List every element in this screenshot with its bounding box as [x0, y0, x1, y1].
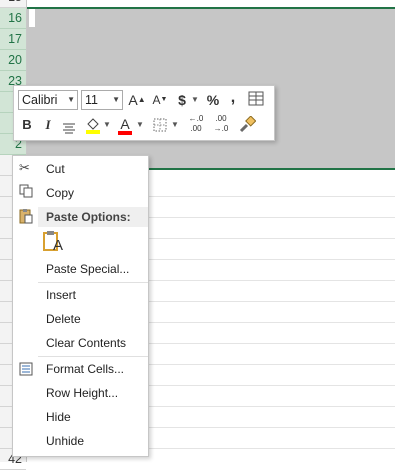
- fill-color-dropdown[interactable]: ▼: [103, 114, 111, 136]
- font-size-value: 11: [85, 93, 98, 107]
- italic-label: I: [45, 117, 51, 132]
- paste-icon: [19, 208, 33, 227]
- align-center-icon: [63, 123, 75, 134]
- context-menu: ✂ Cut Copy Paste Options: A Paste Specia…: [12, 155, 149, 457]
- row-header[interactable]: 20: [0, 50, 26, 71]
- comma-style-button[interactable]: ,: [227, 87, 239, 109]
- font-color-dropdown[interactable]: ▼: [136, 114, 144, 136]
- format-cells-icon: [19, 362, 33, 379]
- wrap-text-button[interactable]: [247, 90, 265, 112]
- paste-options-label: Paste Options:: [46, 210, 131, 224]
- format-painter-button[interactable]: [237, 115, 257, 138]
- mini-toolbar: Calibri ▼ 11 ▼ A▲ A▼ $ ▼ % , B I ▼ A ▼ ▼: [13, 85, 275, 141]
- center-align-button[interactable]: [60, 118, 78, 140]
- row-header[interactable]: 17: [0, 29, 26, 50]
- decrease-decimal-button[interactable]: .00 →.0: [209, 114, 233, 136]
- row-header[interactable]: 15: [0, 0, 26, 8]
- menu-item-insert[interactable]: Insert: [46, 285, 76, 305]
- shrink-font-button[interactable]: A▼: [151, 89, 169, 111]
- menu-item-clear-contents[interactable]: Clear Contents: [46, 333, 126, 353]
- font-name-value: Calibri: [22, 93, 58, 107]
- menu-separator: [38, 356, 148, 357]
- decrease-decimal-label: .00 →.0: [213, 114, 229, 133]
- currency-label: $: [178, 92, 186, 108]
- fill-color-button[interactable]: [84, 116, 102, 138]
- menu-item-paste-special[interactable]: Paste Special...: [46, 259, 129, 279]
- italic-button[interactable]: I: [40, 114, 56, 136]
- row-header[interactable]: 16: [0, 8, 26, 29]
- menu-item-delete[interactable]: Delete: [46, 309, 81, 329]
- format-painter-icon: [239, 115, 257, 133]
- currency-dropdown[interactable]: ▼: [191, 89, 199, 111]
- borders-dropdown[interactable]: ▼: [171, 114, 179, 136]
- active-cell[interactable]: [29, 9, 35, 27]
- menu-item-copy[interactable]: Copy: [46, 183, 74, 203]
- font-color-button[interactable]: A: [116, 113, 134, 135]
- chevron-down-icon[interactable]: ▼: [67, 91, 75, 109]
- shrink-font-label: A: [152, 93, 161, 107]
- bold-label: B: [22, 117, 32, 132]
- paste-icon-letter: A: [53, 237, 64, 254]
- font-color-swatch: [118, 131, 132, 135]
- borders-button[interactable]: [151, 116, 169, 138]
- font-color-letter: A: [120, 116, 130, 132]
- bold-button[interactable]: B: [18, 114, 36, 136]
- menu-item-unhide[interactable]: Unhide: [46, 431, 84, 451]
- wrap-text-icon: [248, 91, 264, 106]
- borders-icon: [153, 118, 167, 132]
- menu-item-cut[interactable]: Cut: [46, 159, 65, 179]
- grow-font-label: A: [128, 92, 138, 108]
- menu-separator: [38, 282, 148, 283]
- menu-item-hide[interactable]: Hide: [46, 407, 71, 427]
- menu-item-row-height[interactable]: Row Height...: [46, 383, 118, 403]
- comma-label: ,: [230, 89, 236, 106]
- chevron-down-icon[interactable]: ▼: [112, 91, 120, 109]
- currency-button[interactable]: $: [174, 89, 190, 111]
- increase-decimal-button[interactable]: ←.0 .00: [184, 114, 208, 136]
- percent-button[interactable]: %: [204, 89, 222, 111]
- menu-item-format-cells[interactable]: Format Cells...: [46, 359, 124, 379]
- font-size-box[interactable]: 11 ▼: [81, 90, 123, 110]
- paste-options-header: Paste Options:: [38, 207, 148, 227]
- fill-bucket-icon: [86, 118, 100, 134]
- scissors-icon: ✂: [19, 160, 30, 175]
- percent-label: %: [206, 92, 220, 108]
- copy-icon: [19, 184, 33, 201]
- grow-font-button[interactable]: A▲: [128, 89, 146, 111]
- increase-decimal-label: ←.0 .00: [188, 114, 204, 133]
- font-name-box[interactable]: Calibri ▼: [18, 90, 78, 110]
- paste-option-keep-formatting[interactable]: A: [42, 230, 66, 256]
- menu-icon-column: [13, 156, 38, 456]
